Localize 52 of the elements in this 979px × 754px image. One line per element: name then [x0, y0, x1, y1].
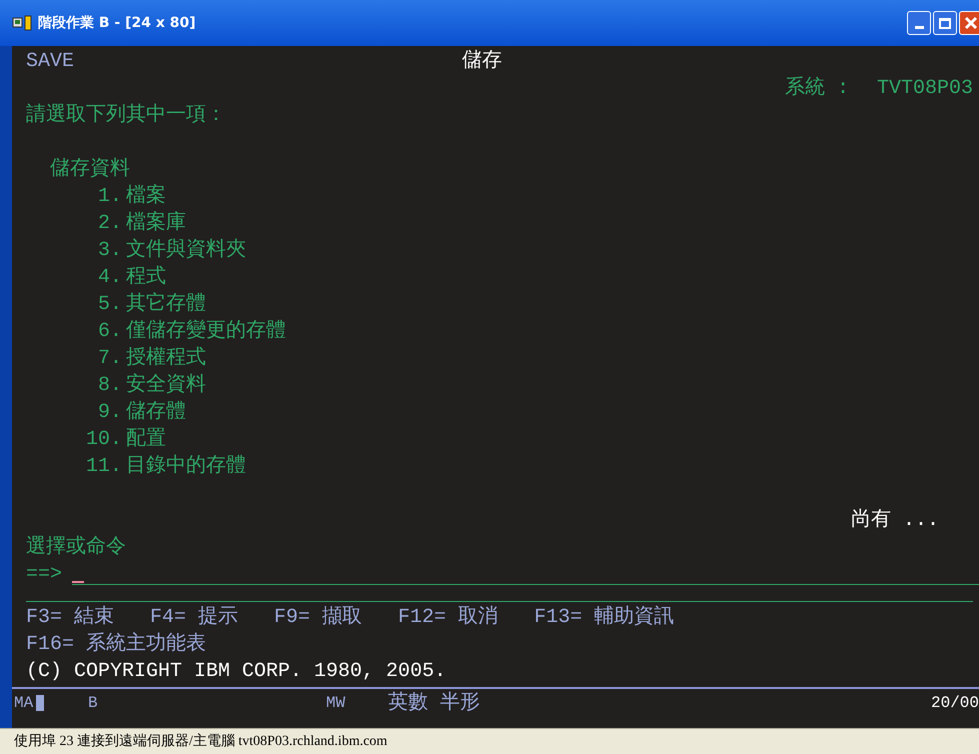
option-number: 10.: [84, 427, 122, 453]
option-number: 11.: [84, 454, 122, 480]
option-number: 4.: [96, 265, 122, 291]
instruction-text: 請選取下列其中一項：: [26, 102, 226, 129]
prompt-arrow: ==>: [26, 562, 62, 588]
close-button[interactable]: [959, 11, 979, 35]
group-heading: 儲存資料: [50, 156, 130, 183]
mode-indicator: B: [88, 692, 99, 714]
screen-id: SAVE: [26, 49, 74, 75]
screen-title: 儲存: [462, 48, 502, 75]
option-label: 配置: [126, 426, 166, 453]
cursor-position: 20/00: [930, 692, 979, 714]
session-indicator: MA: [14, 692, 34, 714]
option-label: 檔案庫: [126, 210, 186, 237]
copyright-text: (C) COPYRIGHT IBM CORP. 1980, 2005.: [26, 659, 446, 685]
option-number: 1.: [96, 184, 122, 210]
option-number: 6.: [96, 319, 122, 345]
window-title: 階段作業 B - [24 x 80]: [38, 14, 196, 32]
option-number: 5.: [96, 292, 122, 318]
option-label: 授權程式: [126, 346, 206, 372]
function-key-label: F12= 取消: [398, 604, 498, 631]
status-text: 使用埠 23 連接到遠端伺服器/主電腦 tvt08P03.rchland.ibm.com: [14, 732, 388, 751]
option-label: 目錄中的存體: [126, 454, 246, 480]
option-number: 8.: [96, 373, 122, 399]
option-label: 儲存體: [126, 400, 186, 426]
option-number: 7.: [96, 346, 122, 372]
option-number: 9.: [96, 400, 122, 426]
cursor-block-icon: [36, 695, 44, 711]
system-name: TVT08P03: [876, 76, 973, 102]
function-key-label: F13= 輔助資訊: [534, 604, 674, 631]
system-label: 系統 :: [784, 76, 849, 102]
option-label: 檔案: [126, 183, 166, 210]
function-key-label: F16= 系統主功能表: [26, 631, 206, 658]
more-indicator: 尚有 ...: [850, 508, 939, 534]
function-key-label: F9= 擷取: [274, 605, 362, 631]
option-label: 僅儲存變更的存體: [126, 318, 286, 345]
maximize-button[interactable]: [933, 11, 957, 35]
command-label: 選擇或命令: [26, 534, 126, 561]
input-indicator: MW: [326, 692, 346, 714]
function-key-label: F4= 提示: [150, 605, 238, 631]
option-label: 程式: [126, 264, 166, 291]
text-cursor: [72, 580, 84, 582]
close-icon: [964, 16, 978, 30]
minimize-button[interactable]: [907, 11, 931, 35]
function-key-label: F3= 結束: [26, 604, 114, 631]
terminal-app-icon: [12, 15, 34, 31]
option-number: 2.: [96, 211, 122, 237]
option-label: 其它存體: [126, 291, 206, 318]
option-label: 安全資料: [126, 372, 206, 399]
keyboard-mode: 英數 半形: [388, 690, 480, 716]
option-number: 3.: [96, 238, 122, 264]
option-label: 文件與資料夾: [126, 237, 246, 264]
